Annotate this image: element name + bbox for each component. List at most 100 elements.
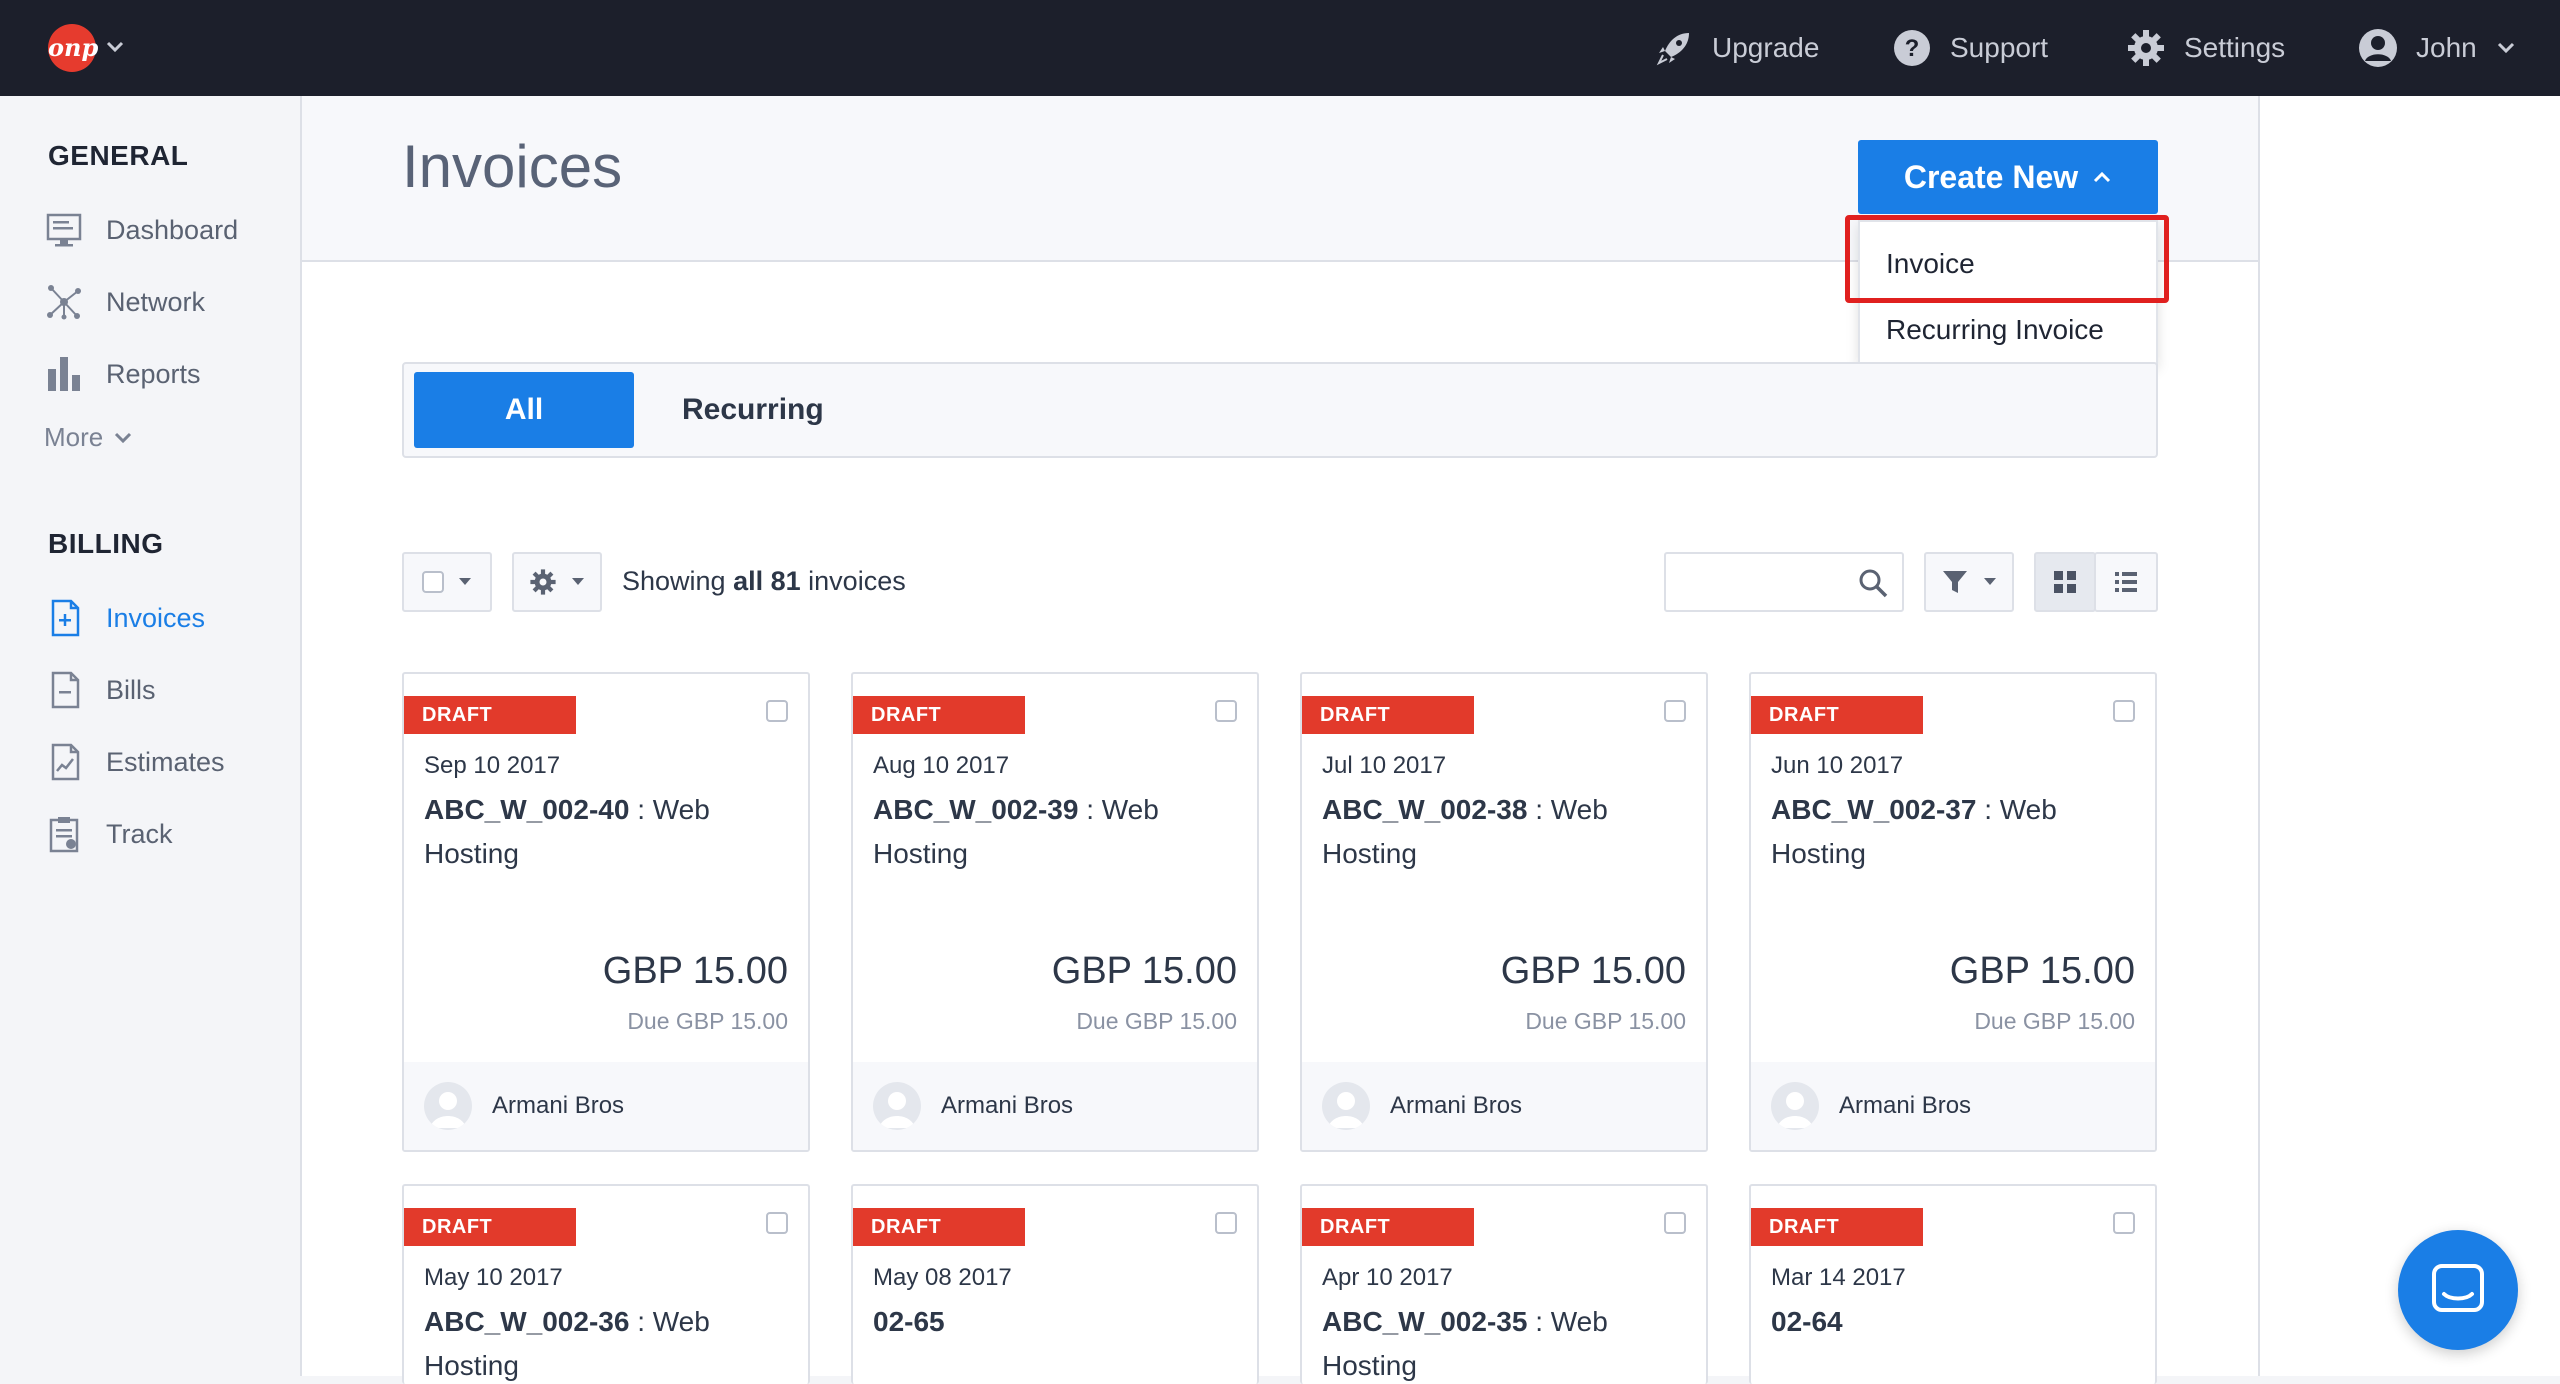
invoice-card[interactable]: DRAFT Jun 10 2017 ABC_W_002-37 : Web Hos… bbox=[1749, 672, 2157, 1152]
invoice-card[interactable]: DRAFT Apr 10 2017 ABC_W_002-35 : Web Hos… bbox=[1300, 1184, 1708, 1384]
sidebar-item-track[interactable]: Track bbox=[44, 812, 173, 856]
invoice-number: 02-64 bbox=[1771, 1306, 1843, 1337]
invoice-date: May 08 2017 bbox=[873, 1264, 1012, 1291]
invoice-amount: GBP 15.00 bbox=[1051, 950, 1237, 992]
tab-recurring[interactable]: Recurring bbox=[682, 372, 824, 448]
status-badge: DRAFT bbox=[404, 1208, 576, 1246]
filter-button[interactable] bbox=[1924, 552, 2014, 612]
more-toggle[interactable]: More bbox=[44, 422, 133, 453]
invoice-card[interactable]: DRAFT May 10 2017 ABC_W_002-36 : Web Hos… bbox=[402, 1184, 810, 1384]
dropdown-item-recurring-invoice[interactable]: Recurring Invoice bbox=[1886, 314, 2104, 346]
sidebar-item-label: Dashboard bbox=[106, 214, 239, 245]
select-all-dropdown[interactable] bbox=[402, 552, 492, 612]
filter-icon bbox=[1943, 571, 1967, 593]
dashboard-icon bbox=[44, 210, 84, 250]
sidebar: GENERAL Dashboard Network Reports More B… bbox=[0, 96, 302, 1376]
client-name: Armani Bros bbox=[941, 1092, 1074, 1119]
chat-launcher-button[interactable] bbox=[2398, 1230, 2518, 1350]
invoice-title: 02-65 bbox=[873, 1300, 1243, 1344]
grid-view-button[interactable] bbox=[2034, 552, 2096, 612]
showing-suffix: invoices bbox=[808, 566, 906, 596]
sidebar-item-reports[interactable]: Reports bbox=[44, 352, 201, 396]
card-checkbox[interactable] bbox=[2113, 1212, 2135, 1234]
card-footer: Armani Bros bbox=[1751, 1062, 2155, 1150]
invoice-amount: GBP 15.00 bbox=[602, 950, 788, 992]
invoice-number: ABC_W_002-38 bbox=[1322, 794, 1528, 825]
app-logo[interactable]: onp bbox=[48, 24, 98, 72]
invoice-date: May 10 2017 bbox=[424, 1264, 563, 1291]
tab-all[interactable]: All bbox=[414, 372, 634, 448]
status-badge: DRAFT bbox=[1302, 1208, 1474, 1246]
card-checkbox[interactable] bbox=[1664, 1212, 1686, 1234]
invoice-card[interactable]: DRAFT Mar 14 2017 02-64 bbox=[1749, 1184, 2157, 1384]
settings-link[interactable]: Settings bbox=[2126, 24, 2285, 72]
bar-chart-icon bbox=[44, 354, 84, 394]
invoice-card[interactable]: DRAFT Jul 10 2017 ABC_W_002-38 : Web Hos… bbox=[1300, 672, 1708, 1152]
search-icon[interactable] bbox=[1858, 568, 1888, 598]
invoice-title: ABC_W_002-40 : Web Hosting bbox=[424, 788, 794, 876]
support-link[interactable]: ? Support bbox=[1892, 24, 2048, 72]
sidebar-item-network[interactable]: Network bbox=[44, 280, 205, 324]
chevron-down-icon[interactable] bbox=[104, 36, 126, 58]
sidebar-item-label: Estimates bbox=[106, 746, 225, 777]
sidebar-item-bills[interactable]: Bills bbox=[44, 668, 156, 712]
estimate-icon bbox=[44, 742, 84, 782]
card-checkbox[interactable] bbox=[766, 1212, 788, 1234]
search-input[interactable] bbox=[1664, 552, 1904, 612]
invoice-card[interactable]: DRAFT Sep 10 2017 ABC_W_002-40 : Web Hos… bbox=[402, 672, 810, 1152]
card-checkbox[interactable] bbox=[1215, 1212, 1237, 1234]
page-title: Invoices bbox=[402, 133, 623, 200]
card-checkbox[interactable] bbox=[1215, 700, 1237, 722]
question-icon: ? bbox=[1892, 28, 1932, 68]
list-view-button[interactable] bbox=[2094, 552, 2158, 612]
invoice-card[interactable]: DRAFT Aug 10 2017 ABC_W_002-39 : Web Hos… bbox=[851, 672, 1259, 1152]
invoice-number: ABC_W_002-36 bbox=[424, 1306, 630, 1337]
invoice-title: ABC_W_002-36 : Web Hosting bbox=[424, 1300, 794, 1384]
invoice-due: Due GBP 15.00 bbox=[1525, 1008, 1686, 1034]
invoice-date: Aug 10 2017 bbox=[873, 752, 1010, 779]
sidebar-item-invoices[interactable]: Invoices bbox=[44, 596, 205, 640]
upgrade-link[interactable]: Upgrade bbox=[1654, 24, 1819, 72]
invoice-card[interactable]: DRAFT May 08 2017 02-65 bbox=[851, 1184, 1259, 1384]
gear-icon bbox=[2126, 28, 2166, 68]
bulk-actions-button[interactable] bbox=[512, 552, 602, 612]
card-checkbox[interactable] bbox=[766, 700, 788, 722]
invoice-date: Mar 14 2017 bbox=[1771, 1264, 1906, 1291]
status-badge: DRAFT bbox=[1751, 1208, 1923, 1246]
client-name: Armani Bros bbox=[492, 1092, 625, 1119]
list-icon bbox=[2115, 572, 2137, 592]
caret-down-icon bbox=[459, 578, 471, 585]
upgrade-label: Upgrade bbox=[1712, 32, 1820, 63]
avatar bbox=[424, 1082, 472, 1130]
user-icon bbox=[2358, 28, 2398, 68]
card-checkbox[interactable] bbox=[2113, 700, 2135, 722]
highlight-box bbox=[1845, 215, 2169, 303]
caret-down-icon bbox=[1984, 578, 1996, 585]
create-new-button[interactable]: Create New bbox=[1858, 140, 2158, 214]
chevron-down-icon bbox=[2497, 42, 2514, 54]
top-bar: onp Upgrade ? Support Settings John bbox=[0, 0, 2560, 96]
invoice-title: 02-64 bbox=[1771, 1300, 2141, 1344]
user-menu[interactable]: John bbox=[2358, 24, 2517, 72]
sidebar-item-label: Track bbox=[106, 818, 173, 849]
chevron-down-icon bbox=[115, 432, 132, 443]
invoice-date: Jun 10 2017 bbox=[1771, 752, 1904, 779]
invoice-amount: GBP 15.00 bbox=[1949, 950, 2135, 992]
sidebar-item-label: Network bbox=[106, 286, 206, 317]
invoice-date: Apr 10 2017 bbox=[1322, 1264, 1453, 1291]
sidebar-item-label: Bills bbox=[106, 674, 156, 705]
invoice-icon bbox=[44, 598, 84, 638]
invoice-number: ABC_W_002-39 bbox=[873, 794, 1079, 825]
general-heading: GENERAL bbox=[48, 140, 189, 171]
more-label: More bbox=[44, 422, 104, 452]
sidebar-item-estimates[interactable]: Estimates bbox=[44, 740, 225, 784]
select-all-checkbox[interactable] bbox=[422, 571, 444, 593]
sidebar-item-dashboard[interactable]: Dashboard bbox=[44, 208, 238, 252]
billing-heading: BILLING bbox=[48, 528, 164, 559]
card-footer: Armani Bros bbox=[1302, 1062, 1706, 1150]
grid-icon bbox=[2054, 571, 2076, 593]
caret-down-icon bbox=[572, 578, 584, 585]
card-checkbox[interactable] bbox=[1664, 700, 1686, 722]
invoice-title: ABC_W_002-38 : Web Hosting bbox=[1322, 788, 1692, 876]
user-name: John bbox=[2416, 32, 2477, 63]
